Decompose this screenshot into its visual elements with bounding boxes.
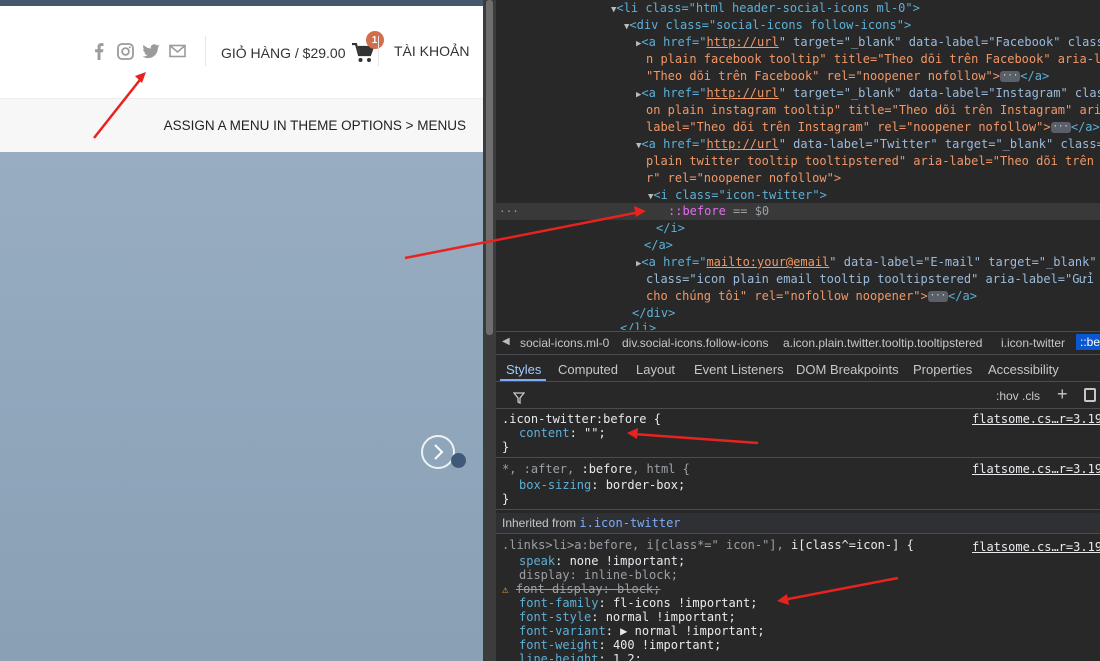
cart-icon: 1 [351, 31, 384, 63]
styles-rules: .icon-twitter:before { flatsome.cs…r=3.1… [496, 409, 1100, 661]
panel-divider[interactable] [483, 0, 496, 661]
paint-icon[interactable] [1084, 388, 1096, 402]
header-divider [378, 36, 379, 66]
breadcrumb-item[interactable]: i.icon-twitter [1001, 336, 1065, 350]
tree-node-instagram[interactable]: ▶<a href="http://url" target="_blank" da… [636, 85, 1100, 102]
rule-declaration[interactable]: font-style: normal !important; [519, 610, 736, 624]
rule-selector: .links>li>a:before, i[class*=" icon-"], … [502, 538, 914, 552]
website-preview: GIỎ HÀNG / $29.00 1 TÀI KHOẢN ASSIGN A M… [0, 0, 483, 661]
rule-source-link[interactable]: flatsome.cs…r=3.19 [972, 540, 1100, 554]
rule-declaration[interactable]: font-variant: ▶ normal !important; [519, 624, 765, 638]
rule-selector: .icon-twitter:before { [502, 412, 661, 426]
account-link[interactable]: TÀI KHOẢN [394, 43, 469, 59]
menu-placeholder-link[interactable]: ASSIGN A MENU IN THEME OPTIONS > MENUS [164, 118, 466, 133]
elements-tree: ▼<li class="html header-social-icons ml-… [496, 0, 1100, 330]
breadcrumb-item-active[interactable]: ::be [1076, 334, 1100, 350]
twitter-icon[interactable] [142, 42, 160, 60]
slider-next-button[interactable] [421, 435, 455, 469]
caret-left-icon[interactable]: ◀ [502, 336, 510, 347]
active-tab-indicator [500, 379, 546, 381]
cart-count-badge: 1 [365, 31, 384, 49]
new-rule-icon[interactable]: + [1057, 384, 1068, 405]
tab-accessibility[interactable]: Accessibility [988, 362, 1059, 377]
rule-declaration[interactable]: font-family: fl-icons !important; [519, 596, 757, 610]
rule-declaration[interactable]: box-sizing: border-box; [519, 478, 685, 492]
tree-node-before-selected[interactable]: ··· ::before == $0 [496, 203, 1100, 220]
tree-node-i[interactable]: ▼<i class="icon-twitter"> [648, 187, 827, 204]
tree-node-email[interactable]: ▶<a href="mailto:your@email" data-label=… [636, 254, 1097, 271]
tab-computed[interactable]: Computed [558, 362, 618, 377]
ellipsis-icon[interactable]: ··· [1000, 71, 1021, 82]
warning-icon: ⚠ [502, 583, 509, 596]
rule-declaration-warning[interactable]: ⚠ font-display: block; [502, 582, 660, 597]
devtools-panel: ▼<li class="html header-social-icons ml-… [496, 0, 1100, 661]
styles-tabs: Styles Computed Layout Event Listeners D… [496, 356, 1100, 382]
tab-event-listeners[interactable]: Event Listeners [694, 362, 784, 377]
social-icons [90, 42, 186, 60]
header-divider [205, 36, 206, 66]
rule-declaration[interactable]: content: ""; [519, 426, 606, 440]
ellipsis-icon[interactable]: ··· [1050, 122, 1071, 133]
bottom-nav: ASSIGN A MENU IN THEME OPTIONS > MENUS [0, 98, 483, 152]
breadcrumb-item[interactable]: a.icon.plain.twitter.tooltip.tooltipster… [783, 336, 982, 350]
rule-declaration[interactable]: font-weight: 400 !important; [519, 638, 721, 652]
styles-filter-bar: :hov .cls + [496, 383, 1100, 409]
rule-declaration-inactive[interactable]: display: inline-block; [519, 568, 678, 582]
filter-icon[interactable] [512, 389, 526, 408]
chevron-right-icon [434, 444, 444, 460]
ellipsis-icon[interactable]: ··· [927, 291, 949, 302]
rule-declaration[interactable]: line-height: 1.2; [519, 652, 642, 661]
breadcrumb: ◀ social-icons.ml-0 div.social-icons.fol… [496, 331, 1100, 355]
instagram-icon[interactable] [116, 42, 134, 60]
tree-node-twitter[interactable]: ▼<a href="http://url" data-label="Twitte… [636, 136, 1100, 153]
cart-label: GIỎ HÀNG / $29.00 [221, 45, 346, 61]
facebook-icon[interactable] [90, 42, 108, 60]
hov-cls-toggles[interactable]: :hov .cls [996, 389, 1040, 403]
email-icon[interactable] [168, 42, 186, 60]
rule-selector: *, :after, :before, html { [502, 462, 690, 476]
site-header: GIỎ HÀNG / $29.00 1 TÀI KHOẢN [0, 6, 483, 98]
cart-link[interactable]: GIỎ HÀNG / $29.00 1 [221, 31, 384, 63]
tree-node-div[interactable]: ▼<div class="social-icons follow-icons"> [624, 17, 911, 34]
tab-styles[interactable]: Styles [506, 362, 541, 377]
tree-node-li[interactable]: ▼<li class="html header-social-icons ml-… [611, 0, 920, 17]
breadcrumb-item[interactable]: div.social-icons.follow-icons [622, 336, 769, 350]
inherited-header: Inherited from i.icon-twitter [502, 516, 681, 530]
scrollbar-thumb[interactable] [486, 0, 493, 335]
inherited-element-link[interactable]: i.icon-twitter [579, 516, 680, 530]
rule-source-link[interactable]: flatsome.cs…r=3.19 [972, 462, 1100, 476]
hero-slider [0, 152, 483, 661]
rule-source-link[interactable]: flatsome.cs…r=3.19 [972, 412, 1100, 426]
tab-properties[interactable]: Properties [913, 362, 972, 377]
tab-dom-breakpoints[interactable]: DOM Breakpoints [796, 362, 899, 377]
slider-dot[interactable] [451, 453, 466, 468]
tree-node-facebook[interactable]: ▶<a href="http://url" target="_blank" da… [636, 34, 1100, 51]
tab-layout[interactable]: Layout [636, 362, 675, 377]
breadcrumb-item[interactable]: social-icons.ml-0 [520, 336, 609, 350]
rule-declaration[interactable]: speak: none !important; [519, 554, 685, 568]
